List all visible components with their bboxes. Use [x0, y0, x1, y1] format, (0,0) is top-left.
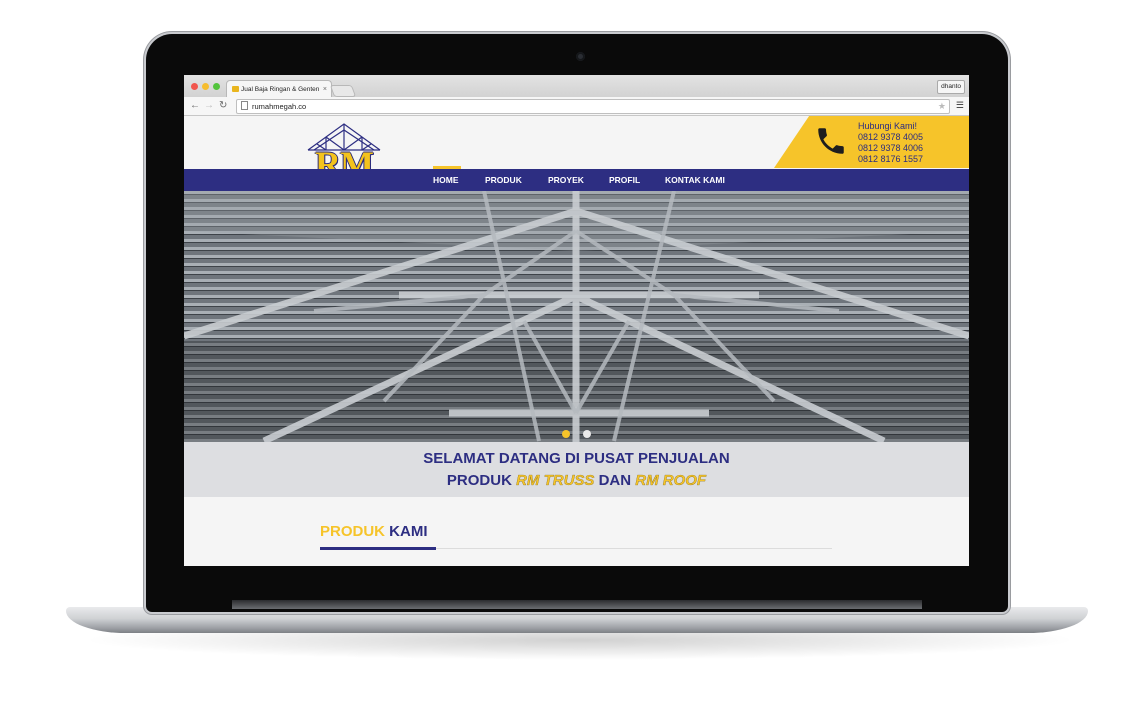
screen: Jual Baja Ringan & Genten × dhanto ← → ↻…: [184, 75, 969, 566]
phone-number[interactable]: 0812 9378 4006: [858, 143, 923, 154]
section-underline: [320, 547, 436, 550]
bookmark-star-icon[interactable]: ★: [938, 100, 946, 113]
new-tab-button[interactable]: [329, 85, 357, 97]
tab-close-button[interactable]: ×: [323, 81, 327, 98]
banner-text: DAN: [594, 472, 636, 489]
section-title-main: KAMI: [385, 523, 428, 540]
forward-icon[interactable]: →: [204, 100, 214, 111]
banner-line-1: SELAMAT DATANG DI PUSAT PENJUALAN: [423, 450, 730, 467]
site-header: RM Hubungi Kami! 0812 9378 4005 0812 937…: [184, 116, 969, 182]
phone-icon: [818, 128, 844, 154]
back-icon[interactable]: ←: [190, 100, 200, 111]
banner-highlight-roof: RM ROOF: [635, 472, 707, 489]
banner-line-2: PRODUK RM TRUSS DAN RM ROOF: [184, 470, 969, 491]
close-window-button[interactable]: [191, 83, 198, 90]
browser-tabstrip: Jual Baja Ringan & Genten × dhanto: [184, 75, 969, 98]
favicon-icon: [232, 86, 239, 92]
website: RM Hubungi Kami! 0812 9378 4005 0812 937…: [184, 116, 969, 566]
contact-info: Hubungi Kami! 0812 9378 4005 0812 9378 4…: [858, 121, 923, 165]
steel-roof-truss-image: [184, 191, 969, 442]
banner-text: PRODUK: [446, 472, 517, 489]
laptop-hinge: [232, 600, 922, 609]
phone-number[interactable]: 0812 8176 1557: [858, 154, 923, 165]
main-nav: HOME PRODUK PROYEK PROFIL KONTAK KAMI: [184, 166, 969, 191]
nav-kontak-kami[interactable]: KONTAK KAMI: [665, 169, 725, 191]
camera-icon: [576, 52, 585, 61]
profile-button[interactable]: dhanto: [937, 80, 965, 94]
contact-heading: Hubungi Kami!: [858, 121, 918, 131]
browser-toolbar: ← → ↻ rumahmegah.co ★ ☰: [184, 97, 969, 116]
section-title: PRODUK KAMI: [320, 523, 428, 540]
page-icon: [241, 101, 248, 110]
zoom-window-button[interactable]: [213, 83, 220, 90]
products-section: PRODUK KAMI: [184, 497, 969, 566]
hero-slider[interactable]: [184, 191, 969, 442]
nav-home[interactable]: HOME: [433, 166, 461, 191]
welcome-banner: SELAMAT DATANG DI PUSAT PENJUALAN PRODUK…: [184, 442, 969, 497]
address-bar[interactable]: rumahmegah.co ★: [236, 99, 950, 114]
slider-dots: [184, 425, 969, 442]
section-title-accent: PRODUK: [320, 523, 386, 540]
browser-menu-icon[interactable]: ☰: [956, 100, 964, 111]
contact-box: Hubungi Kami! 0812 9378 4005 0812 9378 4…: [774, 116, 969, 168]
slider-dot[interactable]: [582, 430, 591, 438]
banner-highlight-truss: RM TRUSS: [516, 472, 595, 489]
phone-number[interactable]: 0812 9378 4005: [858, 132, 923, 143]
nav-proyek[interactable]: PROYEK: [548, 169, 584, 191]
reload-icon[interactable]: ↻: [219, 100, 227, 111]
tab-title: Jual Baja Ringan & Genten: [241, 86, 320, 93]
browser-tab[interactable]: Jual Baja Ringan & Genten ×: [226, 80, 332, 98]
nav-produk[interactable]: PRODUK: [485, 169, 522, 191]
slider-dot-active[interactable]: [562, 430, 571, 438]
minimize-window-button[interactable]: [202, 83, 209, 90]
url-text: rumahmegah.co: [252, 102, 307, 111]
nav-profil[interactable]: PROFIL: [609, 169, 640, 191]
